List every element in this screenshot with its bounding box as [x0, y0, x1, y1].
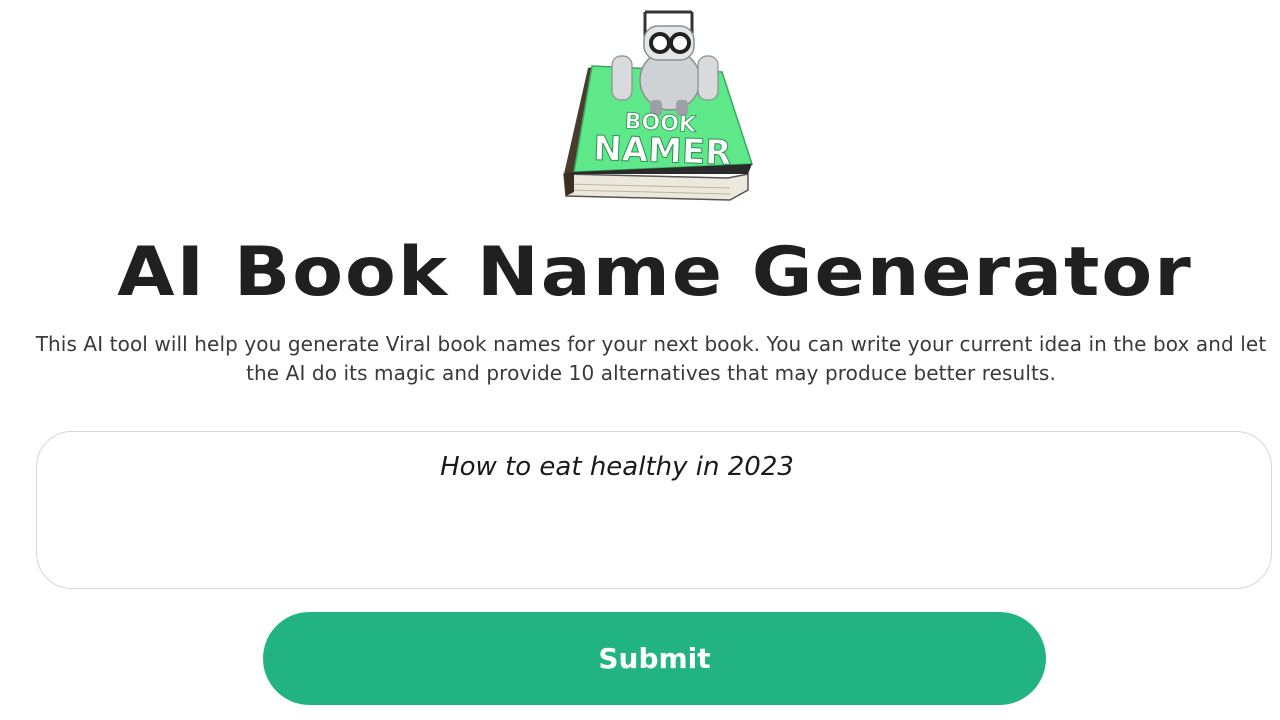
page-description: This AI tool will help you generate Vira…: [35, 332, 1267, 385]
book-idea-input[interactable]: How to eat healthy in 2023: [36, 431, 1272, 589]
book-namer-logo: BOOK NAMER: [552, 6, 762, 208]
page: BOOK NAMER AI Book Name Generator This A…: [0, 0, 1280, 720]
book-idea-value: How to eat healthy in 2023: [37, 452, 1273, 482]
book-idea-text: How to eat healthy in 2023: [440, 452, 794, 482]
logo-line2: NAMER: [593, 129, 732, 174]
page-title: AI Book Name Generator: [117, 232, 1193, 312]
submit-button[interactable]: Submit: [263, 612, 1046, 705]
robot-on-book-logo-icon: BOOK NAMER: [563, 10, 754, 201]
